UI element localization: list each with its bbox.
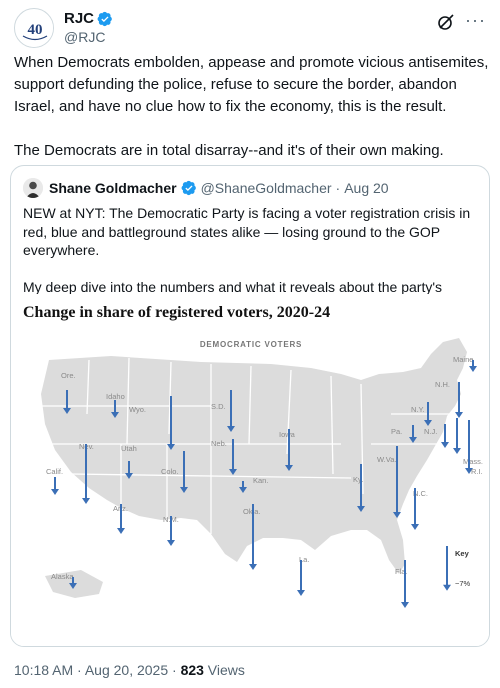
state-label: Utah (121, 444, 137, 453)
display-name[interactable]: RJC (64, 10, 94, 27)
state-label: Pa. (391, 427, 402, 436)
state-label: Neb. (211, 439, 227, 448)
state-label: Calif. (46, 467, 63, 476)
quote-avatar-photo (23, 178, 43, 198)
quoted-tweet[interactable]: Shane Goldmacher @ShaneGoldmacher · Aug … (10, 165, 490, 647)
verified-badge-icon (97, 11, 112, 26)
views-label: Views (203, 662, 245, 678)
state-label: Kan. (253, 476, 268, 485)
state-label: Maine (453, 355, 473, 364)
state-label: Wyo. (129, 405, 146, 414)
chart-image[interactable]: Ore.IdahoWyo.S.D.Nev.UtahCalif.Colo.Neb.… (11, 294, 489, 646)
quote-handle[interactable]: @ShaneGoldmacher (201, 180, 332, 196)
avatar-text: 40 (28, 22, 43, 38)
state-label: Okla. (243, 507, 261, 516)
arrow-head (51, 489, 59, 495)
views-count: 823 (180, 662, 204, 678)
quote-separator: · (335, 180, 341, 196)
state-label: W.Va. (377, 455, 396, 464)
state-label: N.Y. (411, 405, 425, 414)
quote-paragraph: NEW at NYT: The Democratic Party is faci… (23, 205, 471, 258)
verified-badge-icon (181, 180, 196, 196)
state-label: Mass. (463, 457, 483, 466)
state-label: N.J. (424, 427, 437, 436)
arrow-head (469, 366, 477, 372)
legend-value: −7% (455, 579, 471, 588)
timestamp[interactable]: 10:18 AM · Aug 20, 2025 · (14, 662, 181, 678)
arrow-head (249, 564, 257, 570)
chart-subtitle: DEMOCRATIC VOTERS (199, 340, 303, 349)
state-label: Idaho (106, 392, 125, 401)
user-handle[interactable]: @RJC (64, 29, 105, 45)
state-label: Colo. (161, 467, 179, 476)
arrow-head (117, 528, 125, 534)
state-label: S.D. (211, 402, 226, 411)
tweet-paragraph: The Democrats are in total disarray--and… (14, 142, 444, 159)
more-icon[interactable]: ··· (465, 10, 486, 31)
arrow-head (297, 590, 305, 596)
arrow-head (453, 448, 461, 454)
quote-header: Shane Goldmacher @ShaneGoldmacher · Aug … (23, 178, 389, 198)
state-label: Iowa (279, 430, 296, 439)
arrow-head (401, 602, 409, 608)
arrow-head (455, 412, 463, 418)
state-label: Ore. (61, 371, 76, 380)
arrow-head (82, 498, 90, 504)
arrow-head (167, 540, 175, 546)
arrow-head (411, 524, 419, 530)
quote-date[interactable]: Aug 20 (344, 180, 388, 196)
grok-icon[interactable] (436, 12, 456, 32)
tweet-footer: 10:18 AM · Aug 20, 2025 · 823 Views (14, 662, 245, 678)
state-label: R.I. (471, 467, 483, 476)
legend-arrow-head (443, 584, 451, 591)
state-label: N.H. (435, 380, 450, 389)
quote-avatar[interactable] (23, 178, 43, 198)
arrow-head (441, 442, 449, 448)
quote-display-name[interactable]: Shane Goldmacher (49, 180, 177, 196)
tweet-paragraph: When Democrats embolden, appease and pro… (14, 54, 489, 115)
tweet-header: 40 RJC @RJC ··· (14, 8, 486, 48)
avatar-logo: 40 (16, 10, 53, 47)
state-label: Alaska (51, 572, 74, 581)
legend-title: Key (455, 549, 470, 558)
avatar[interactable]: 40 (14, 8, 54, 48)
chart-title: Change in share of registered voters, 20… (23, 304, 331, 321)
